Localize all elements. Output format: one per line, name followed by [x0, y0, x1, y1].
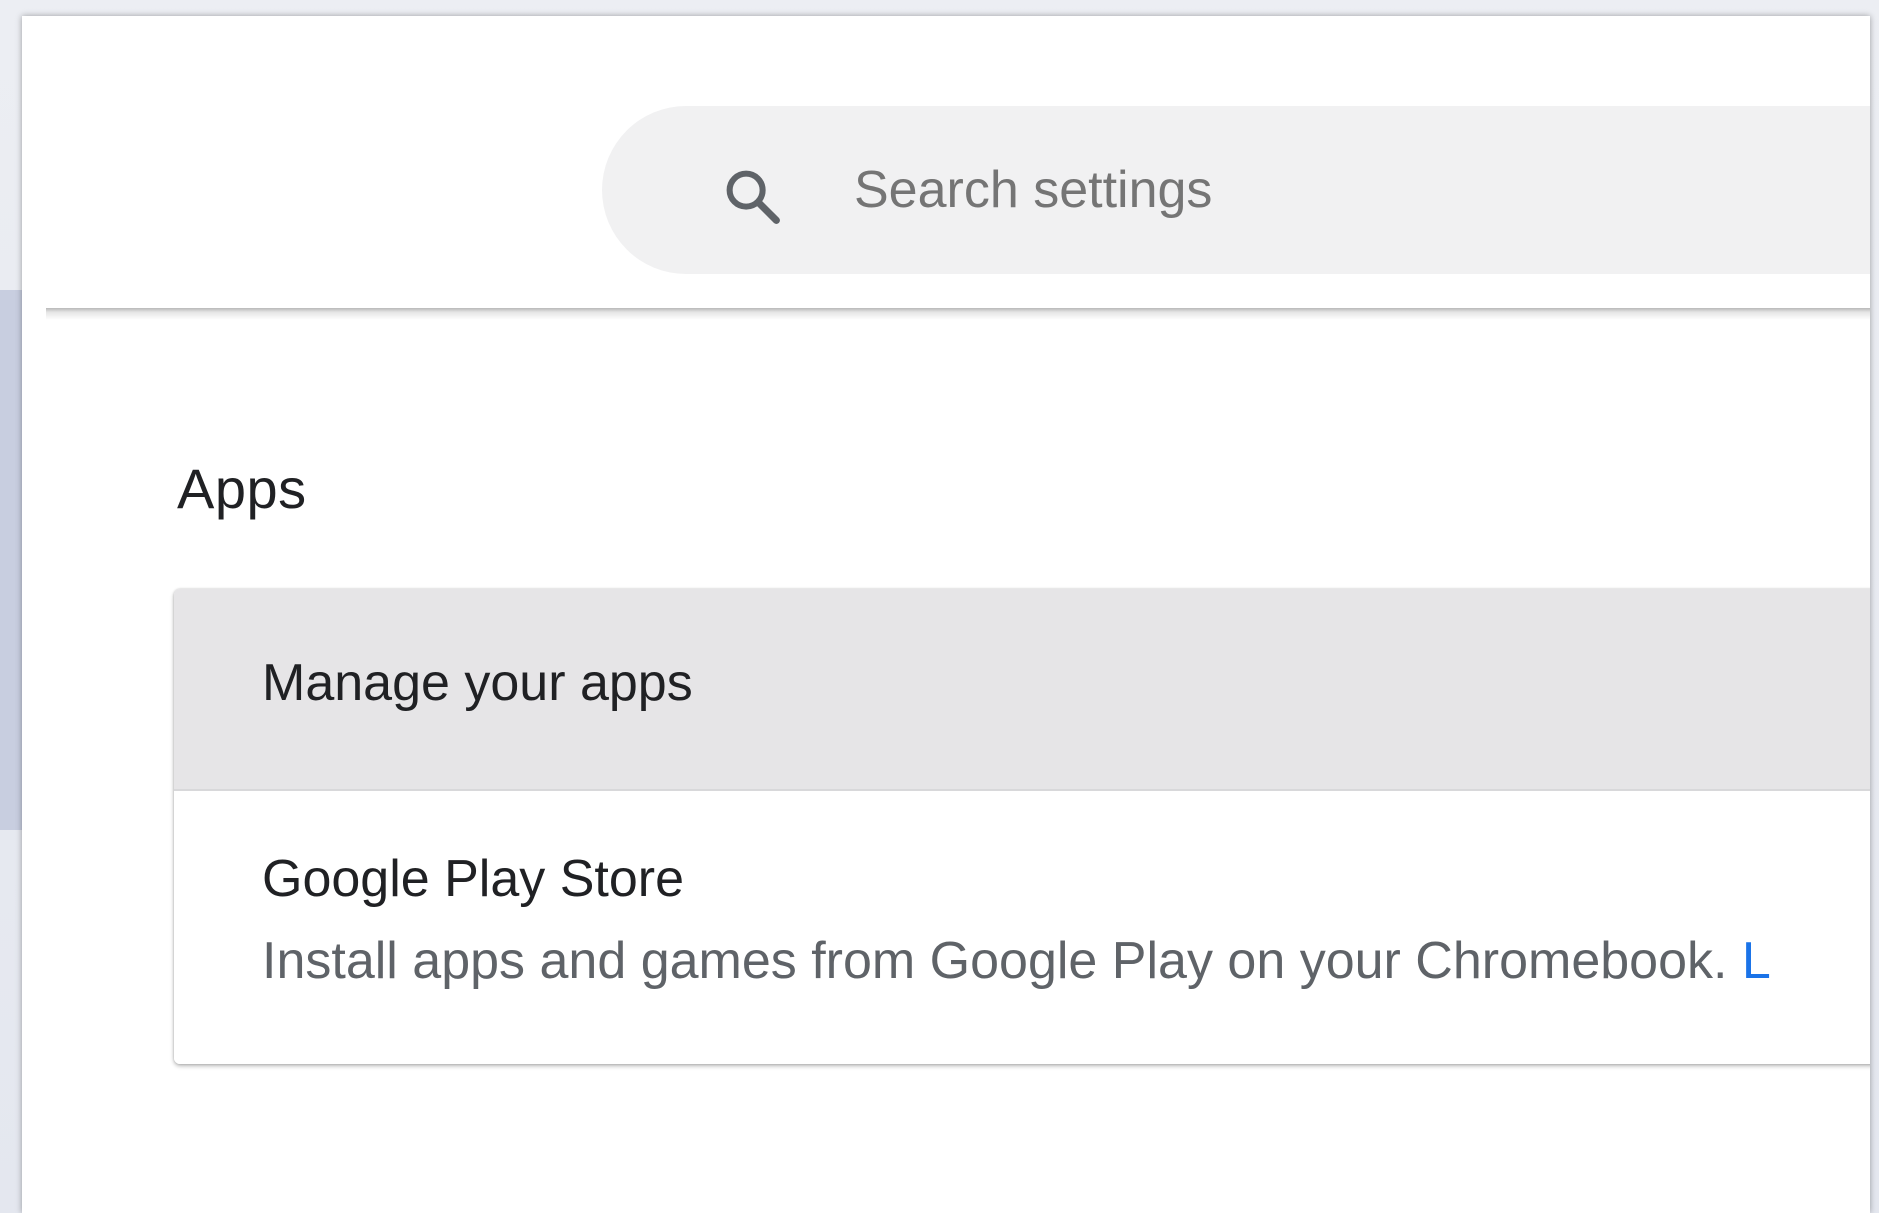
description-text: Install apps and games from Google Play …: [262, 932, 1742, 990]
background-window-edge: [0, 290, 24, 830]
google-play-store-title: Google Play Store: [262, 850, 685, 908]
google-play-store-description: Install apps and games from Google Play …: [262, 931, 1771, 991]
learn-more-link[interactable]: L: [1742, 932, 1771, 990]
google-play-store-row[interactable]: Google Play Store Install apps and games…: [174, 791, 1870, 1064]
toolbar-divider: [46, 308, 1870, 320]
settings-toolbar: [22, 16, 1870, 312]
search-field[interactable]: [602, 106, 1870, 274]
section-title-apps: Apps: [177, 457, 307, 520]
manage-apps-row[interactable]: Manage your apps: [174, 589, 1870, 791]
manage-apps-label: Manage your apps: [262, 654, 693, 712]
search-icon[interactable]: [720, 164, 786, 230]
apps-card: Manage your apps Google Play Store Insta…: [174, 589, 1870, 1064]
settings-window: Apps Manage your apps Google Play Store …: [22, 16, 1870, 1213]
search-input[interactable]: [854, 146, 1834, 234]
